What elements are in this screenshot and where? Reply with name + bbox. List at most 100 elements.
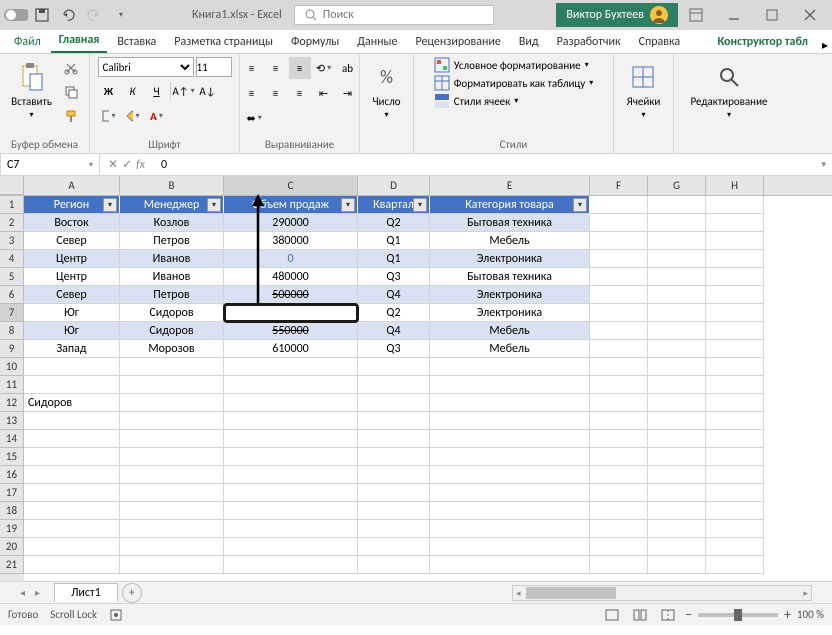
zoom-level[interactable]: 100 % bbox=[797, 608, 824, 621]
cell[interactable]: Электроника bbox=[430, 250, 590, 268]
cell[interactable] bbox=[706, 268, 764, 286]
cell[interactable] bbox=[358, 466, 430, 484]
expand-formula-bar-icon[interactable]: ▾ bbox=[815, 159, 832, 170]
tab-data[interactable]: Данные bbox=[349, 31, 405, 53]
cell[interactable] bbox=[648, 376, 706, 394]
cell[interactable] bbox=[706, 484, 764, 502]
cell[interactable] bbox=[590, 268, 648, 286]
user-account[interactable]: Виктор Бухтеев bbox=[556, 3, 678, 27]
cell[interactable]: Иванов bbox=[120, 268, 224, 286]
cell[interactable]: 610000 bbox=[224, 340, 358, 358]
font-size-input[interactable] bbox=[196, 57, 232, 77]
row-header-21[interactable]: 21 bbox=[0, 556, 24, 574]
cell[interactable] bbox=[590, 538, 648, 556]
cell[interactable] bbox=[648, 232, 706, 250]
cell[interactable] bbox=[648, 448, 706, 466]
indent-decrease-icon[interactable]: ⇤ bbox=[313, 82, 335, 104]
editing-button[interactable]: Редактирование ▾ bbox=[687, 57, 772, 124]
cell[interactable] bbox=[648, 502, 706, 520]
row-header-17[interactable]: 17 bbox=[0, 484, 24, 502]
cell[interactable] bbox=[358, 412, 430, 430]
cell[interactable]: Электроника bbox=[430, 286, 590, 304]
cell[interactable]: Юг bbox=[24, 322, 120, 340]
cell[interactable] bbox=[590, 322, 648, 340]
cell[interactable]: Сидоров bbox=[120, 304, 224, 322]
cell[interactable]: Q3 bbox=[358, 268, 430, 286]
cell[interactable] bbox=[120, 412, 224, 430]
cell[interactable] bbox=[706, 394, 764, 412]
cell[interactable] bbox=[358, 502, 430, 520]
view-pagebreak-icon[interactable] bbox=[657, 604, 679, 626]
row-header-1[interactable]: 1 bbox=[0, 196, 24, 214]
format-painter-icon[interactable] bbox=[60, 105, 82, 127]
cell[interactable] bbox=[590, 250, 648, 268]
conditional-formatting-button[interactable]: Условное форматирование▾ bbox=[434, 57, 594, 73]
cell[interactable] bbox=[120, 394, 224, 412]
cell[interactable] bbox=[120, 466, 224, 484]
cell[interactable]: Север bbox=[24, 232, 120, 250]
bold-button[interactable]: Ж bbox=[98, 80, 120, 102]
cell[interactable] bbox=[24, 376, 120, 394]
cell[interactable] bbox=[224, 502, 358, 520]
cell[interactable] bbox=[706, 358, 764, 376]
cell[interactable] bbox=[120, 520, 224, 538]
name-box[interactable]: C7▾ bbox=[0, 154, 100, 175]
cell[interactable] bbox=[24, 520, 120, 538]
col-header-G[interactable]: G bbox=[648, 176, 706, 195]
row-header-4[interactable]: 4 bbox=[0, 250, 24, 268]
cell[interactable]: 0 bbox=[224, 250, 358, 268]
cell[interactable] bbox=[224, 376, 358, 394]
cell[interactable] bbox=[224, 484, 358, 502]
cell[interactable] bbox=[224, 466, 358, 484]
col-header-C[interactable]: C bbox=[224, 176, 358, 195]
cell[interactable] bbox=[224, 304, 358, 322]
minimize-icon[interactable] bbox=[716, 1, 752, 29]
cell[interactable]: Бытовая техника bbox=[430, 214, 590, 232]
cell[interactable] bbox=[430, 412, 590, 430]
cell[interactable] bbox=[648, 340, 706, 358]
row-header-16[interactable]: 16 bbox=[0, 466, 24, 484]
undo-icon[interactable] bbox=[56, 3, 80, 27]
tab-table-design[interactable]: Конструктор табл bbox=[709, 31, 816, 53]
cell[interactable] bbox=[224, 430, 358, 448]
cell[interactable] bbox=[358, 376, 430, 394]
ribbon-mode-icon[interactable] bbox=[678, 1, 714, 29]
cell[interactable]: Q1 bbox=[358, 232, 430, 250]
cell[interactable] bbox=[590, 394, 648, 412]
row-header-8[interactable]: 8 bbox=[0, 322, 24, 340]
tab-help[interactable]: Справка bbox=[631, 31, 689, 53]
formula-bar[interactable]: 0 bbox=[153, 154, 815, 175]
cell[interactable] bbox=[648, 412, 706, 430]
cell[interactable] bbox=[120, 430, 224, 448]
format-as-table-button[interactable]: Форматировать как таблицу▾ bbox=[434, 75, 594, 91]
cell[interactable]: Восток bbox=[24, 214, 120, 232]
cell[interactable]: Запад bbox=[24, 340, 120, 358]
cell[interactable] bbox=[430, 358, 590, 376]
view-pagelayout-icon[interactable] bbox=[629, 604, 651, 626]
cell[interactable] bbox=[590, 214, 648, 232]
cell[interactable]: Q3 bbox=[358, 340, 430, 358]
cell[interactable] bbox=[590, 340, 648, 358]
cell[interactable] bbox=[648, 268, 706, 286]
cell[interactable] bbox=[430, 466, 590, 484]
row-header-11[interactable]: 11 bbox=[0, 376, 24, 394]
cell[interactable] bbox=[358, 484, 430, 502]
cell[interactable] bbox=[24, 430, 120, 448]
cell[interactable] bbox=[430, 448, 590, 466]
cell[interactable]: Иванов bbox=[120, 250, 224, 268]
grow-font-icon[interactable]: A↑ bbox=[173, 80, 195, 102]
cell[interactable] bbox=[24, 484, 120, 502]
cell[interactable] bbox=[648, 466, 706, 484]
cell[interactable]: Мебель bbox=[430, 340, 590, 358]
cell[interactable] bbox=[706, 196, 764, 214]
tabs-overflow-icon[interactable]: ▸ bbox=[818, 38, 832, 53]
horizontal-scrollbar[interactable]: ◂ ▸ bbox=[512, 585, 812, 601]
col-header-A[interactable]: A bbox=[24, 176, 120, 195]
cell[interactable] bbox=[224, 520, 358, 538]
row-header-13[interactable]: 13 bbox=[0, 412, 24, 430]
col-header-H[interactable]: H bbox=[706, 176, 764, 195]
cell[interactable] bbox=[590, 430, 648, 448]
cell[interactable] bbox=[430, 556, 590, 574]
cell[interactable]: 550000 bbox=[224, 322, 358, 340]
cell[interactable] bbox=[590, 466, 648, 484]
